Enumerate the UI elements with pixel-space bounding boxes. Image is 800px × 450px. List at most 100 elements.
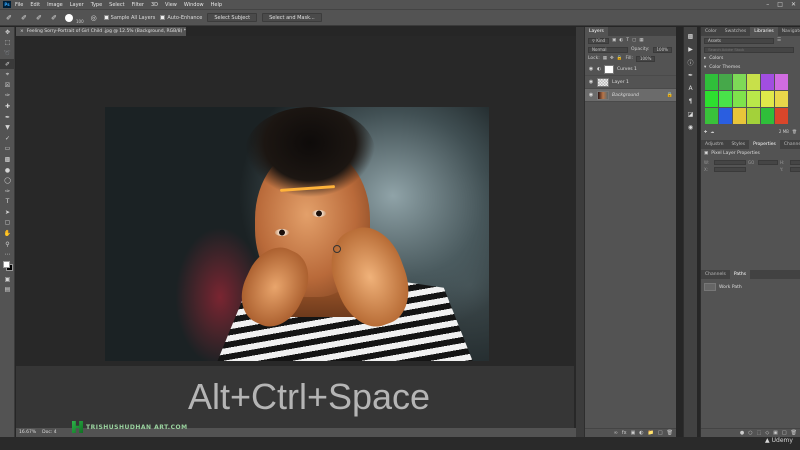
tab-swatches[interactable]: Swatches xyxy=(721,27,751,36)
screen-mode-icon[interactable]: ▤ xyxy=(0,285,15,296)
crop-tool-icon[interactable]: ⌖ xyxy=(0,69,15,80)
tab-navigator[interactable]: Navigator xyxy=(778,27,800,36)
link-label[interactable]: GO xyxy=(748,160,756,165)
select-subject-button[interactable]: Select Subject xyxy=(207,13,258,22)
brush-picker[interactable] xyxy=(64,13,74,23)
layer-thumbnail[interactable] xyxy=(597,90,609,100)
lock-pixels-icon[interactable]: ▦ xyxy=(603,56,607,61)
tab-channels-lower[interactable]: Channels xyxy=(701,270,730,279)
brush-tool-icon[interactable]: ✒ xyxy=(0,112,15,123)
new-layer-icon[interactable]: □ xyxy=(658,430,663,436)
tab-libraries[interactable]: Libraries xyxy=(750,27,778,36)
close-icon[interactable]: ✕ xyxy=(791,1,796,8)
quick-selection-tool-icon[interactable]: ✐ xyxy=(0,58,15,70)
menu-file[interactable]: File xyxy=(15,2,23,8)
delete-layer-icon[interactable]: 🗑 xyxy=(667,430,673,436)
eraser-tool-icon[interactable]: ▭ xyxy=(0,144,15,155)
filter-smart-object-icon[interactable]: ▦ xyxy=(639,38,643,43)
color-theme-swatch[interactable] xyxy=(747,74,760,90)
tab-color[interactable]: Color xyxy=(701,27,721,36)
library-delete-icon[interactable]: 🗑 xyxy=(792,129,797,134)
layer-name[interactable]: Background xyxy=(612,93,639,98)
stroke-path-icon[interactable]: ○ xyxy=(748,430,752,436)
menu-image[interactable]: Image xyxy=(47,2,63,8)
fill-input[interactable]: 100% xyxy=(635,55,656,62)
y-input[interactable] xyxy=(790,167,800,172)
hand-tool-icon[interactable]: ✋ xyxy=(0,228,15,239)
library-menu-icon[interactable]: ☰ xyxy=(777,38,781,43)
dodge-tool-icon[interactable]: ◯ xyxy=(0,175,15,186)
menu-window[interactable]: Window xyxy=(184,2,204,8)
delete-path-icon[interactable]: 🗑 xyxy=(791,430,797,436)
blur-tool-icon[interactable]: ● xyxy=(0,165,15,176)
sample-all-layers-checkbox[interactable]: Sample All Layers xyxy=(103,15,155,21)
visibility-eye-icon[interactable]: ◉ xyxy=(588,92,594,98)
menu-type[interactable]: Type xyxy=(91,2,102,8)
color-theme-swatch[interactable] xyxy=(719,91,732,107)
select-and-mask-button[interactable]: Select and Mask... xyxy=(262,13,322,22)
minimize-icon[interactable]: – xyxy=(766,1,769,8)
color-theme-swatch[interactable] xyxy=(705,108,718,124)
filter-pixel-icon[interactable]: ▣ xyxy=(612,38,616,43)
stock-search-input[interactable] xyxy=(704,46,794,53)
height-input[interactable] xyxy=(758,160,778,165)
lasso-tool-icon[interactable]: ➰ xyxy=(0,48,15,59)
colors-section[interactable]: ▸ Colors xyxy=(701,54,800,63)
pen-tool-icon[interactable]: ✑ xyxy=(0,186,15,197)
tab-properties[interactable]: Properties xyxy=(749,140,780,149)
history-brush-tool-icon[interactable]: ✓ xyxy=(0,133,15,144)
color-theme-swatch[interactable] xyxy=(719,74,732,90)
color-theme-swatch[interactable] xyxy=(775,108,788,124)
layer-name[interactable]: Layer 1 xyxy=(612,80,629,85)
new-group-icon[interactable]: 📁 xyxy=(648,430,654,436)
clone-stamp-tool-icon[interactable]: ▼ xyxy=(0,122,15,133)
foreground-color-swatch[interactable] xyxy=(3,261,10,269)
brush-angle-icon[interactable]: ◎ xyxy=(89,13,99,23)
blend-mode-select[interactable]: Normal xyxy=(588,46,628,53)
menu-layer[interactable]: Layer xyxy=(70,2,84,8)
width-input[interactable] xyxy=(714,160,746,165)
menu-filter[interactable]: Filter xyxy=(132,2,144,8)
rectangle-tool-icon[interactable]: ▢ xyxy=(0,218,15,229)
x-input[interactable] xyxy=(714,167,746,172)
filter-kind-select[interactable]: ⚲ Kind xyxy=(588,37,610,44)
layer-layer-1[interactable]: ◉ Layer 1 xyxy=(585,76,676,89)
styles-icon[interactable]: ◪ xyxy=(686,109,696,119)
info-icon[interactable]: ⓘ xyxy=(686,57,696,67)
brushes-icon[interactable]: ✒ xyxy=(686,70,696,80)
layer-mask-thumbnail[interactable] xyxy=(603,64,614,74)
lock-position-icon[interactable]: ✥ xyxy=(610,56,614,61)
color-swatches[interactable] xyxy=(0,260,15,274)
zoom-tool-icon[interactable]: ⚲ xyxy=(0,239,15,250)
layer-thumbnail[interactable] xyxy=(597,77,609,87)
library-select[interactable]: Assets xyxy=(704,37,774,44)
color-theme-swatch[interactable] xyxy=(733,74,746,90)
layer-name[interactable]: Curves 1 xyxy=(617,67,637,72)
layer-background[interactable]: ◉ Background 🔒 xyxy=(585,89,676,102)
lock-all-icon[interactable]: 🔒 xyxy=(617,56,623,61)
gradient-tool-icon[interactable]: ▩ xyxy=(0,154,15,165)
add-content-icon[interactable]: ✚ xyxy=(704,129,707,134)
path-selection-tool-icon[interactable]: ➤ xyxy=(0,207,15,218)
visibility-eye-icon[interactable]: ◉ xyxy=(588,79,594,85)
actions-icon[interactable]: ▶ xyxy=(686,44,696,54)
maximize-icon[interactable]: □ xyxy=(777,1,783,8)
color-theme-swatch[interactable] xyxy=(761,74,774,90)
subtract-from-selection-icon[interactable]: ✐ xyxy=(49,13,59,23)
add-path-mask-icon[interactable]: ▣ xyxy=(773,430,778,436)
tab-channels[interactable]: Channels xyxy=(780,140,800,149)
color-theme-swatch[interactable] xyxy=(705,91,718,107)
filter-type-icon[interactable]: T xyxy=(626,38,629,43)
new-path-icon[interactable]: □ xyxy=(782,430,787,436)
tab-paths[interactable]: Paths xyxy=(729,270,751,279)
cloud-icon[interactable]: ☁ xyxy=(710,129,714,134)
lock-icon[interactable]: 🔒 xyxy=(667,92,673,98)
add-to-selection-icon[interactable]: ✐ xyxy=(34,13,44,23)
marquee-tool-icon[interactable]: ⬚ xyxy=(0,38,15,49)
color-theme-swatch[interactable] xyxy=(761,91,774,107)
more-tools-icon[interactable]: ⋯ xyxy=(0,249,15,260)
menu-select[interactable]: Select xyxy=(109,2,124,8)
auto-enhance-checkbox[interactable]: Auto-Enhance xyxy=(160,15,202,21)
quick-mask-icon[interactable]: ▣ xyxy=(0,274,15,285)
layer-style-icon[interactable]: fx xyxy=(622,430,627,436)
